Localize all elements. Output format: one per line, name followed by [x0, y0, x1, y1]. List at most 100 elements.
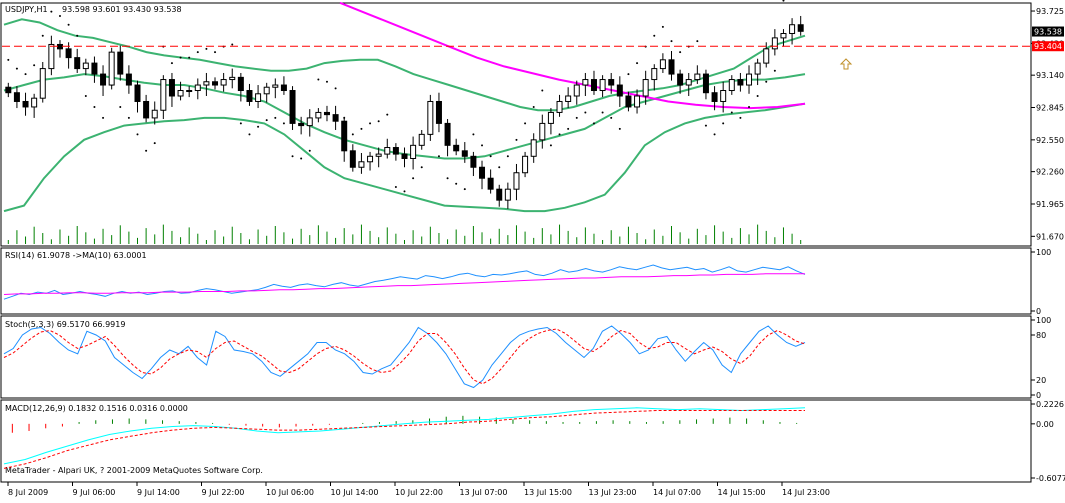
sar-dot — [248, 133, 251, 136]
candle-body — [332, 114, 339, 122]
time-tick-label: 10 Jul 14:00 — [331, 488, 379, 497]
candle-body — [91, 62, 98, 75]
sar-dot — [214, 51, 217, 54]
candle-body — [496, 188, 503, 201]
sar-dot — [231, 43, 234, 46]
stoch-signal-line — [3, 328, 806, 385]
footer-copyright: MetaTrader - Alpari UK, ? 2001-2009 Meta… — [5, 466, 263, 475]
sar-dot — [558, 133, 561, 136]
candle-body — [177, 90, 184, 97]
time-tick-label: 13 Jul 07:00 — [460, 488, 508, 497]
price-tick-label: 92.260 — [1036, 168, 1064, 177]
time-tick-label: 8 Jul 2009 — [8, 488, 48, 497]
sar-dot — [773, 69, 776, 72]
sar-dot — [394, 185, 397, 188]
candle-body — [642, 79, 649, 97]
sar-dot — [93, 105, 96, 108]
candle-body — [323, 111, 330, 116]
bollinger-middle-line — [3, 73, 806, 160]
candle-body — [125, 73, 132, 86]
chart-window: USDJPY,H1 93.598 93.601 93.430 93.538 RS… — [0, 0, 1065, 499]
candle-body — [160, 79, 167, 111]
candle-body — [797, 24, 804, 32]
stoch-pane-title: Stoch(5,3,3) 69.5170 66.9919 — [5, 320, 125, 329]
sub-tick-label: 80 — [1036, 331, 1046, 340]
sar-dot — [618, 127, 621, 130]
candle-body — [31, 97, 38, 108]
sub-tick-label: 0.2226 — [1036, 400, 1064, 409]
sub-tick-label: 20 — [1036, 376, 1046, 385]
candle-body — [143, 100, 150, 119]
candle-body — [608, 79, 615, 86]
sar-dot — [67, 23, 70, 26]
candle-body — [590, 79, 597, 92]
price-tick-label: 91.965 — [1036, 200, 1064, 209]
sar-dot — [369, 122, 372, 125]
candle-body — [522, 155, 529, 174]
candle-body — [280, 84, 287, 92]
candle-body — [737, 79, 744, 86]
candle-body — [599, 79, 606, 92]
stoch-pane[interactable] — [0, 315, 1032, 399]
candle-body — [668, 59, 675, 75]
price-pane-title: USDJPY,H1 — [5, 5, 48, 14]
sar-dot — [170, 62, 173, 65]
sar-dot — [76, 34, 79, 37]
sar-dot — [58, 14, 61, 17]
sar-dot — [489, 155, 492, 158]
sar-dot — [722, 122, 725, 125]
sar-dot — [592, 122, 595, 125]
sar-dot — [239, 122, 242, 125]
candle-body — [272, 84, 279, 88]
macd-signal-line — [3, 410, 805, 469]
sar-dot — [334, 87, 337, 90]
candle-body — [168, 79, 175, 97]
sar-dot — [205, 47, 208, 50]
sar-dot — [386, 113, 389, 116]
sar-dot — [756, 94, 759, 97]
candle-body — [625, 95, 632, 108]
candle-body — [392, 147, 399, 155]
candle-body — [771, 37, 778, 50]
chart-canvas[interactable]: USDJPY,H1 93.598 93.601 93.430 93.538 RS… — [0, 0, 1065, 499]
candle-body — [418, 133, 425, 146]
candle-body — [582, 79, 589, 86]
sar-dot — [412, 177, 415, 180]
candle-body — [728, 79, 735, 92]
candle-body — [117, 51, 124, 75]
sar-dot — [670, 40, 673, 43]
sar-dot — [549, 144, 552, 147]
candle-body — [194, 84, 201, 92]
volume-bars — [7, 224, 802, 244]
candle-body — [48, 43, 55, 70]
sar-dot — [33, 64, 36, 67]
sar-dot — [713, 133, 716, 136]
macd-pane-title: MACD(12,26,9) 0.1832 0.1516 0.0316 0.000… — [5, 404, 188, 413]
sar-dot — [145, 149, 148, 152]
time-tick-label: 9 Jul 22:00 — [202, 488, 245, 497]
sub-tick-label: 0 — [1036, 391, 1041, 400]
sar-dot — [524, 122, 527, 125]
candle-body — [100, 73, 107, 86]
sar-dot — [127, 116, 130, 119]
candle-body — [306, 117, 313, 127]
candle-body — [513, 172, 520, 190]
rsi-series-line — [3, 264, 806, 300]
candle-body — [677, 73, 684, 86]
candle-body — [427, 100, 434, 135]
macd-main-line — [3, 407, 806, 465]
candle-body — [349, 150, 356, 168]
sar-dot — [179, 56, 182, 59]
moving-average-path — [339, 1, 806, 110]
sar-dot — [696, 40, 699, 43]
ask-price-tag-text: 93.404 — [1034, 42, 1062, 51]
candle-body — [246, 90, 253, 102]
candle-body — [401, 153, 408, 159]
sar-dot — [498, 166, 501, 169]
sar-dot — [291, 155, 294, 158]
sar-dot — [41, 34, 44, 37]
time-tick-label: 14 Jul 07:00 — [653, 488, 701, 497]
price-tick-label: 93.140 — [1036, 71, 1064, 80]
candle-body — [444, 122, 451, 146]
candle-body — [229, 76, 236, 81]
